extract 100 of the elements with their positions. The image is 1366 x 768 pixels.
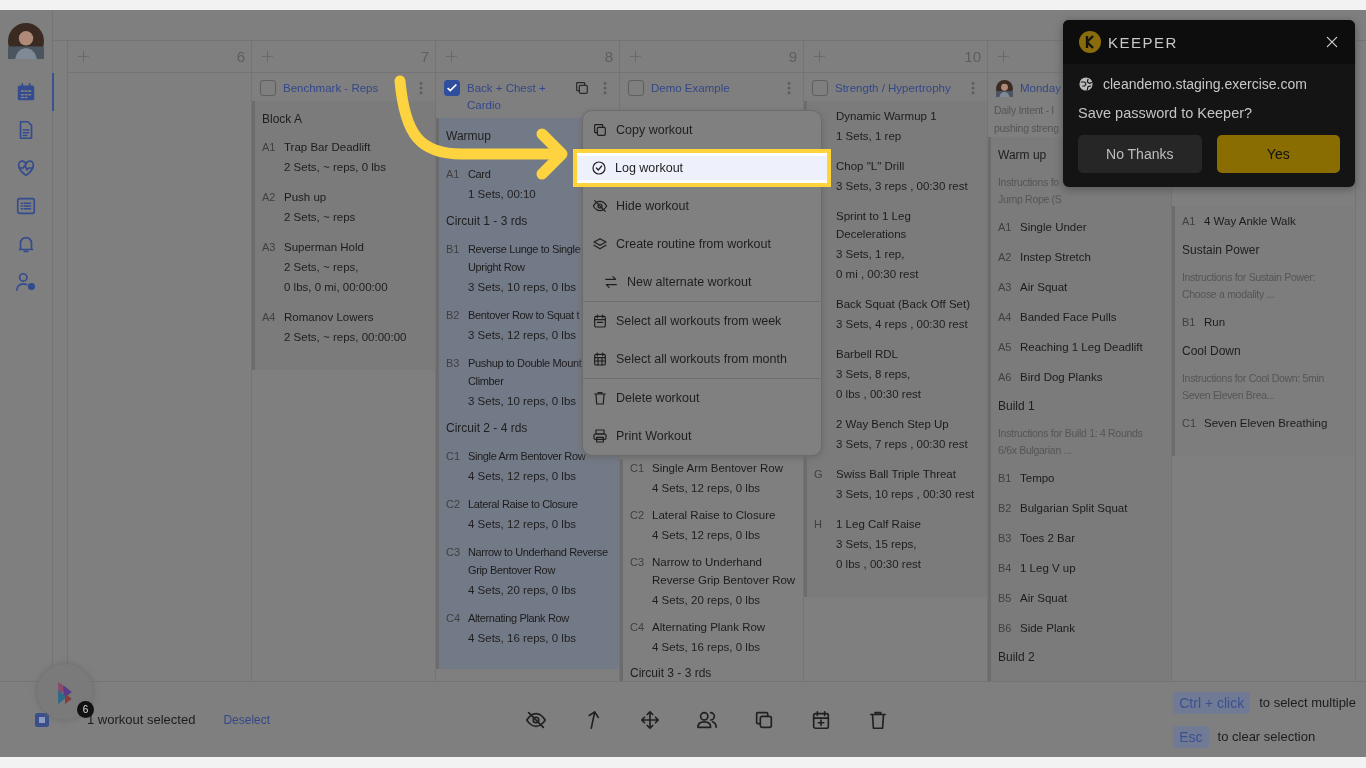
exercise-name[interactable]: Tempo <box>1020 469 1055 487</box>
exercise-name[interactable]: Seven Eleven Breathing <box>1204 414 1328 432</box>
menu-item[interactable]: Delete workout <box>583 379 821 417</box>
calendar-plus-icon[interactable] <box>810 708 832 731</box>
exercise-name[interactable]: Banded Face Pulls <box>1020 308 1117 326</box>
workout-title[interactable]: Monday <box>1020 80 1061 97</box>
menu-item[interactable]: Hide workout <box>583 187 821 225</box>
exercise-code: A4 <box>998 310 1013 325</box>
exercise-name[interactable]: Bentover Row to Squat t <box>468 306 580 324</box>
exercise-name[interactable]: Run <box>1204 313 1226 331</box>
exercise-name[interactable]: 1 Leg Calf Raise <box>836 515 922 533</box>
exercise-name[interactable]: Side Plank <box>1020 619 1075 637</box>
exercise-name[interactable]: Reaching 1 Leg Deadlift <box>1020 338 1143 356</box>
exercise-code: G <box>814 467 824 482</box>
exercise-name[interactable]: Lateral Raise to Closure <box>652 506 776 524</box>
exercise-name[interactable]: Single Arm Bentover Row <box>468 447 586 465</box>
trash-icon <box>592 390 608 406</box>
exercise-details: 3 Sets, 4 reps , 00:30 rest <box>836 317 968 332</box>
exercise-name[interactable]: Barbell RDL <box>836 345 898 363</box>
exercise-code: B6 <box>998 621 1013 636</box>
section-heading: Circuit 2 - 4 rds <box>446 420 528 437</box>
yes-button[interactable]: Yes <box>1216 135 1340 173</box>
exercise-code: B2 <box>446 308 461 323</box>
exercise-name[interactable]: Trap Bar Deadlift <box>284 138 371 156</box>
exercise-name[interactable]: 4 Way Ankle Walk <box>1204 212 1296 230</box>
exercise-name[interactable]: Card <box>468 165 491 183</box>
section-heading: Cool Down <box>1182 343 1241 360</box>
list-icon <box>15 195 37 217</box>
deselect-link[interactable]: Deselect <box>223 712 271 727</box>
exercise-code: A5 <box>998 340 1013 355</box>
menu-item[interactable]: Select all workouts from month <box>583 340 821 378</box>
section-heading: Circuit 3 - 3 rds <box>630 665 712 681</box>
exercise-name[interactable]: Toes 2 Bar <box>1020 529 1075 547</box>
exercise-name[interactable]: 1 Leg V up <box>1020 559 1076 577</box>
exercise-name[interactable]: Alternating Plank Row <box>652 618 766 636</box>
copy-icon <box>592 122 608 138</box>
exercise-name[interactable]: Back Squat (Back Off Set) <box>836 295 970 313</box>
exercise-name[interactable]: Romanov Lowers <box>284 308 374 326</box>
menu-item[interactable]: New alternate workout <box>583 263 821 301</box>
exercise-details: 0 lbs , 00:30 rest <box>836 387 922 402</box>
menu-item[interactable]: Create routine from workout <box>583 225 821 263</box>
exercise-name[interactable]: Single Arm Bentover Row <box>652 459 784 477</box>
close-button[interactable] <box>1324 34 1340 50</box>
site-address: cleandemo.staging.exercise.com <box>1103 76 1307 92</box>
exercise-name[interactable]: Air Squat <box>1020 589 1068 607</box>
menu-item[interactable]: Log workout <box>573 149 831 187</box>
no-thanks-button[interactable]: No Thanks <box>1078 135 1202 173</box>
exercise-name[interactable]: Lateral Raise to Closure <box>468 495 578 513</box>
checkbox[interactable] <box>260 80 276 96</box>
exercise-details: 0 lbs , 00:30 rest <box>836 557 922 572</box>
checkbox[interactable] <box>812 80 828 96</box>
exercise-name[interactable]: Alternating Plank Row <box>468 609 569 627</box>
checkbox[interactable] <box>444 80 460 96</box>
workout-title[interactable]: Demo Example <box>651 80 730 97</box>
select-all-checkbox[interactable] <box>35 712 49 727</box>
exercise-details: 4 Sets, 12 reps, 0 lbs <box>652 528 761 543</box>
popup-question: Save password to Keeper? <box>1077 104 1254 121</box>
exercise-code: A1 <box>1182 214 1197 229</box>
keeper-logo-icon <box>1078 30 1102 54</box>
exercise-details: 2 Sets, ~ reps, 00:00:00 <box>284 330 407 345</box>
exercise-name[interactable]: Dynamic Warmup 1 <box>836 107 937 125</box>
checkbox[interactable] <box>628 80 644 96</box>
exercise-code: A3 <box>998 280 1013 295</box>
menu-item[interactable]: Print Workout <box>583 417 821 455</box>
exercise-name[interactable]: Narrow to Underhand Reverse Grip Bentover Row <box>652 553 797 589</box>
exercise-name[interactable]: Narrow to Underhand Reverse Grip Bentover Row <box>468 543 613 579</box>
exercise-details: 3 Sets, 10 reps , 00:30 rest <box>836 487 975 502</box>
menu-item[interactable]: Select all workouts from week <box>583 302 821 340</box>
exercise-name[interactable]: Air Squat <box>1020 278 1068 296</box>
exercise-code: C4 <box>446 611 462 626</box>
exercise-name[interactable]: Push up <box>284 188 327 206</box>
workout-title[interactable]: Strength / Hypertrophy <box>835 80 951 97</box>
exercise-details: 4 Sets, 12 reps, 0 lbs <box>652 481 761 496</box>
exercise-name[interactable]: Sprint to 1 Leg Decelerations <box>836 207 981 243</box>
exercise-details: 4 Sets, 16 reps, 0 lbs <box>468 631 577 646</box>
menu-item[interactable]: Copy workout <box>583 111 821 149</box>
copy-icon[interactable] <box>574 80 590 96</box>
exercise-name[interactable]: Superman Hold <box>284 238 364 256</box>
section-heading: Build 2 <box>998 649 1035 666</box>
exercise-name[interactable]: Single Under <box>1020 218 1087 236</box>
exercise-code: C1 <box>630 461 646 476</box>
exercise-name[interactable]: Bulgarian Split Squat <box>1020 499 1128 517</box>
exercise-details: 1 Sets, 1 rep <box>836 129 902 144</box>
move-icon[interactable] <box>639 708 661 731</box>
workout-title[interactable]: Back + Chest + Cardio <box>467 80 547 114</box>
exercise-code: C3 <box>630 555 646 570</box>
exercise-code: B3 <box>998 531 1013 546</box>
printer-icon <box>592 428 608 444</box>
exercise-name[interactable]: Swiss Ball Triple Threat <box>836 465 956 483</box>
workout-title[interactable]: Benchmark - Reps <box>283 80 379 97</box>
exercise-name[interactable]: Instep Stretch <box>1020 248 1091 266</box>
exercise-details: 2 Sets, ~ reps <box>284 210 356 225</box>
exercise-name[interactable]: Bird Dog Planks <box>1020 368 1103 386</box>
checkmark-icon <box>445 81 459 95</box>
hint-text: to select multiple <box>1259 695 1356 710</box>
exercise-code: A6 <box>998 370 1013 385</box>
exercise-name[interactable]: Chop "L" Drill <box>836 157 905 175</box>
exercise-details: 3 Sets, 12 reps, 0 lbs <box>468 328 577 343</box>
exercise-name[interactable]: 2 Way Bench Step Up <box>836 415 949 433</box>
exercise-details: 3 Sets, 8 reps, <box>836 367 911 382</box>
